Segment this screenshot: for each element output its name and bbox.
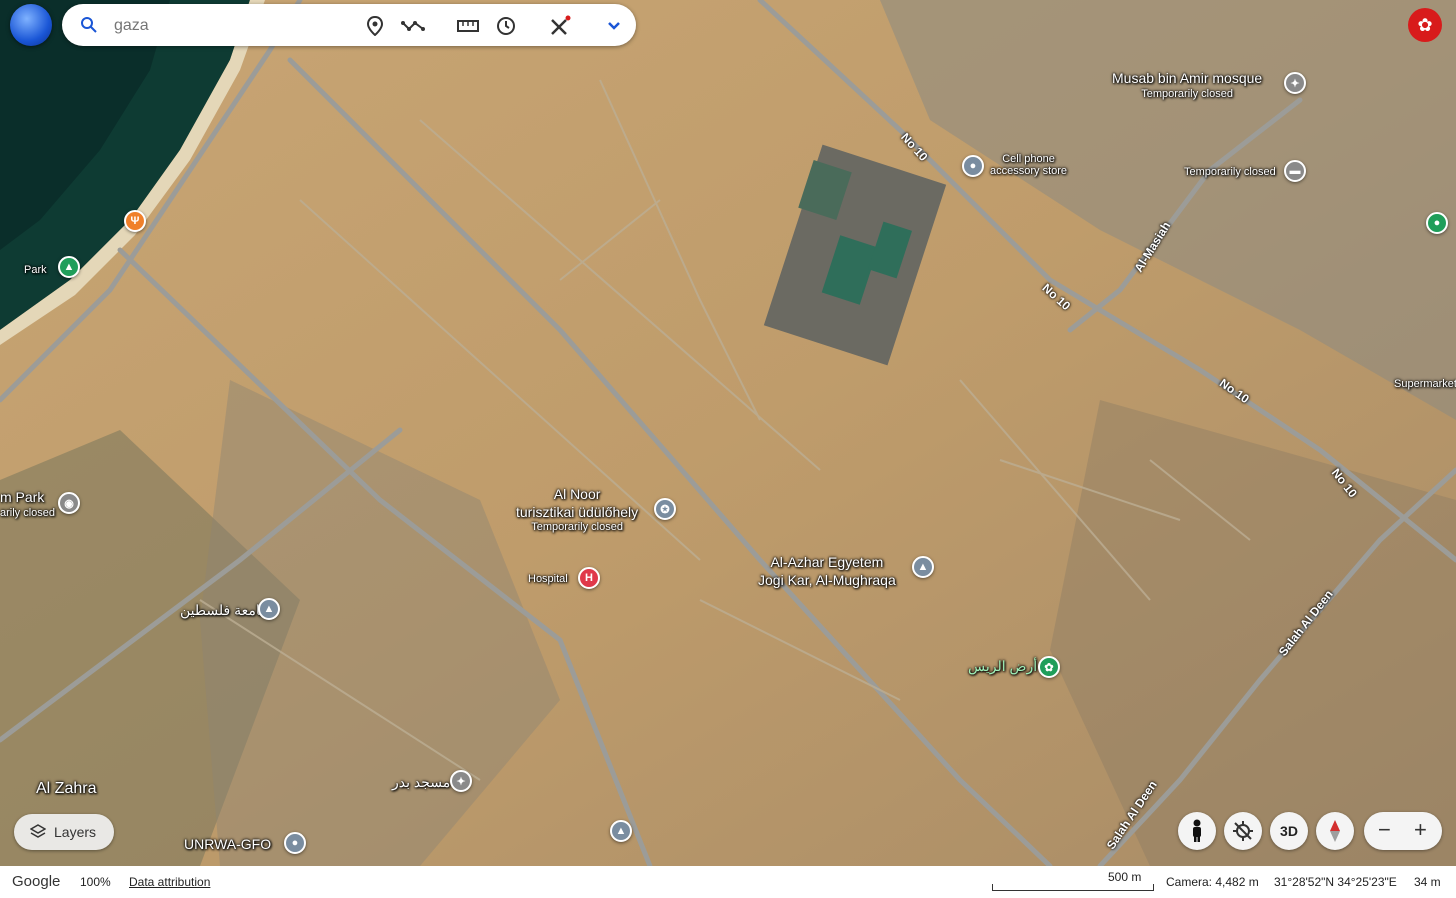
location-crosshair-icon bbox=[1233, 821, 1253, 841]
avatar-icon: ✿ bbox=[1417, 14, 1433, 35]
map-imagery bbox=[0, 0, 1456, 866]
google-earth-logo-icon[interactable] bbox=[10, 4, 52, 46]
scale-bar bbox=[992, 884, 1154, 891]
place-label-park-left[interactable]: m Park arily closed bbox=[0, 489, 55, 519]
place-label-cell-phone-store[interactable]: Cell phone accessory store bbox=[990, 153, 1067, 177]
lodging-pin-icon[interactable]: ▬ bbox=[1284, 160, 1306, 182]
resort-pin-icon[interactable]: ✪ bbox=[654, 498, 676, 520]
compass-button[interactable] bbox=[1316, 812, 1354, 850]
data-attribution-link[interactable]: Data attribution bbox=[129, 875, 210, 889]
compass-icon bbox=[1330, 820, 1340, 842]
place-label-al-noor[interactable]: Al Noor turisztikai üdülőhely Temporaril… bbox=[516, 486, 638, 533]
place-label-supermarket[interactable]: Supermarket bbox=[1394, 378, 1456, 390]
elevation: 34 m bbox=[1414, 875, 1441, 889]
place-pin-icon[interactable] bbox=[362, 13, 388, 39]
layers-label: Layers bbox=[54, 824, 97, 840]
place-label-al-azhar[interactable]: Al-Azhar Egyetem Jogi Kar, Al-Mughraqa bbox=[758, 554, 896, 589]
chevron-down-icon[interactable] bbox=[601, 13, 627, 39]
place-label-unrwa[interactable]: UNRWA-GFO bbox=[184, 836, 271, 854]
street-view-pegman-button[interactable] bbox=[1178, 812, 1216, 850]
coordinates: 31°28'52"N 34°25'23"E bbox=[1274, 875, 1397, 889]
pegman-icon bbox=[1193, 819, 1201, 842]
place-label-ard-alrayyis[interactable]: أرض الريس bbox=[968, 658, 1037, 676]
place-label-hospital[interactable]: Hospital bbox=[528, 573, 568, 585]
layers-icon bbox=[30, 824, 46, 838]
3d-label: 3D bbox=[1280, 823, 1298, 839]
restaurant-pin-icon[interactable]: Ψ bbox=[124, 210, 146, 232]
mosque-pin-icon[interactable]: ✦ bbox=[1284, 72, 1306, 94]
zoom-in-button[interactable]: + bbox=[1414, 817, 1427, 843]
search-bar bbox=[62, 4, 636, 46]
school-pin-icon[interactable]: ▲ bbox=[912, 556, 934, 578]
garden-pin-icon[interactable]: ✿ bbox=[1038, 656, 1060, 678]
google-brand: Google bbox=[12, 873, 61, 890]
location-button[interactable] bbox=[1224, 812, 1262, 850]
park-pin-icon[interactable]: ▲ bbox=[58, 256, 80, 278]
school-pin-2-icon[interactable]: ▲ bbox=[610, 820, 632, 842]
place-label-musab-mosque[interactable]: Musab bin Amir mosque Temporarily closed bbox=[1112, 70, 1262, 100]
place-label-masjid-badr[interactable]: مسجد بدر bbox=[392, 774, 450, 792]
hospital-pin-icon[interactable]: H bbox=[578, 567, 600, 589]
tools-icon[interactable] bbox=[547, 13, 573, 39]
path-icon[interactable] bbox=[400, 13, 426, 39]
scale-label: 500 m bbox=[1108, 870, 1142, 884]
measure-ruler-icon[interactable] bbox=[455, 13, 481, 39]
place-label-palestine-university[interactable]: جامعة فلسطين bbox=[180, 602, 269, 620]
3d-toggle-button[interactable]: 3D bbox=[1270, 812, 1308, 850]
status-bar: Google 100% Data attribution 500 m Camer… bbox=[0, 866, 1456, 898]
place-label-park[interactable]: Park bbox=[24, 264, 47, 276]
store-pin-icon[interactable]: ● bbox=[962, 155, 984, 177]
layers-button[interactable]: Layers bbox=[14, 814, 114, 850]
account-avatar[interactable]: ✿ bbox=[1408, 8, 1442, 42]
attraction-pin-icon[interactable]: ◉ bbox=[58, 492, 80, 514]
mosque-pin-2-icon[interactable]: ✦ bbox=[450, 770, 472, 792]
history-icon[interactable] bbox=[493, 13, 519, 39]
place-label-temp-closed[interactable]: Temporarily closed bbox=[1184, 166, 1276, 178]
search-input[interactable] bbox=[112, 12, 336, 40]
search-icon[interactable] bbox=[80, 16, 98, 34]
zoom-level: 100% bbox=[80, 875, 111, 889]
office-pin-icon[interactable]: ● bbox=[284, 832, 306, 854]
place-label-al-zahra[interactable]: Al Zahra bbox=[36, 780, 96, 798]
satellite-map[interactable]: Musab bin Amir mosque Temporarily closed… bbox=[0, 0, 1456, 866]
camera-altitude: Camera: 4,482 m bbox=[1166, 875, 1259, 889]
park-pin-right-icon[interactable]: ● bbox=[1426, 212, 1448, 234]
zoom-control: − + bbox=[1364, 812, 1442, 850]
university-pin-icon[interactable]: ▲ bbox=[258, 598, 280, 620]
zoom-out-button[interactable]: − bbox=[1378, 817, 1391, 843]
